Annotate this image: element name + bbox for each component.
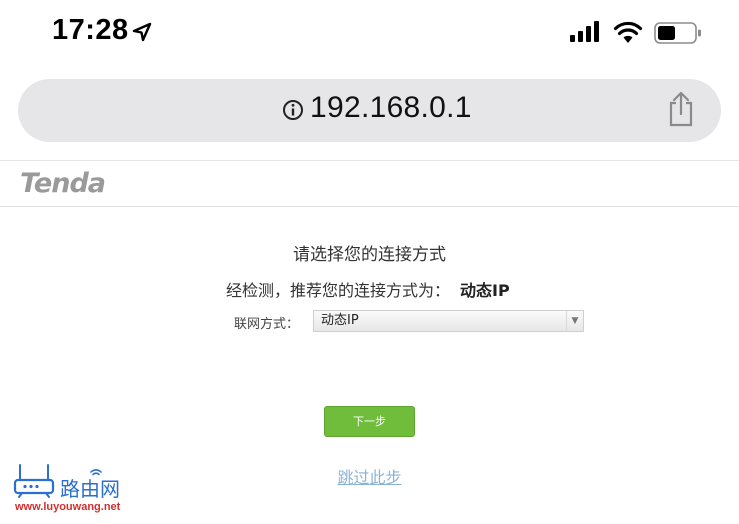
watermark-logo-text: 路由网 bbox=[60, 477, 120, 501]
router-logo-icon: 路由网 bbox=[13, 464, 120, 501]
page-title: 请选择您的连接方式 bbox=[293, 245, 446, 265]
status-bar: 17:28 bbox=[0, 0, 739, 66]
connection-type-label: 联网方式： bbox=[234, 317, 300, 332]
watermark-url: www.luyouwang.net bbox=[15, 501, 121, 513]
recommend-value: 动态IP bbox=[460, 281, 510, 300]
battery-icon bbox=[654, 22, 701, 44]
connection-type-value: 动态IP bbox=[321, 313, 359, 328]
connection-type-select[interactable]: 动态IP ▼ bbox=[313, 310, 584, 332]
cellular-signal-icon bbox=[570, 21, 599, 42]
status-time: 17:28 bbox=[52, 14, 129, 46]
location-arrow-icon bbox=[132, 22, 152, 42]
divider bbox=[0, 160, 739, 161]
url-text[interactable]: 192.168.0.1 bbox=[310, 91, 472, 125]
wifi-icon bbox=[613, 21, 643, 43]
recommend-label: 经检测，推荐您的连接方式为： bbox=[226, 281, 451, 300]
recommend-text: 经检测，推荐您的连接方式为： 动态IP bbox=[226, 277, 510, 301]
chevron-down-icon[interactable]: ▼ bbox=[566, 311, 583, 331]
tenda-logo: Tenda bbox=[20, 168, 106, 199]
info-icon[interactable] bbox=[282, 99, 304, 121]
header-divider bbox=[0, 206, 739, 207]
address-bar[interactable]: 192.168.0.1 bbox=[18, 79, 721, 142]
next-button[interactable]: 下一步 bbox=[324, 406, 415, 437]
share-icon[interactable] bbox=[666, 91, 696, 127]
